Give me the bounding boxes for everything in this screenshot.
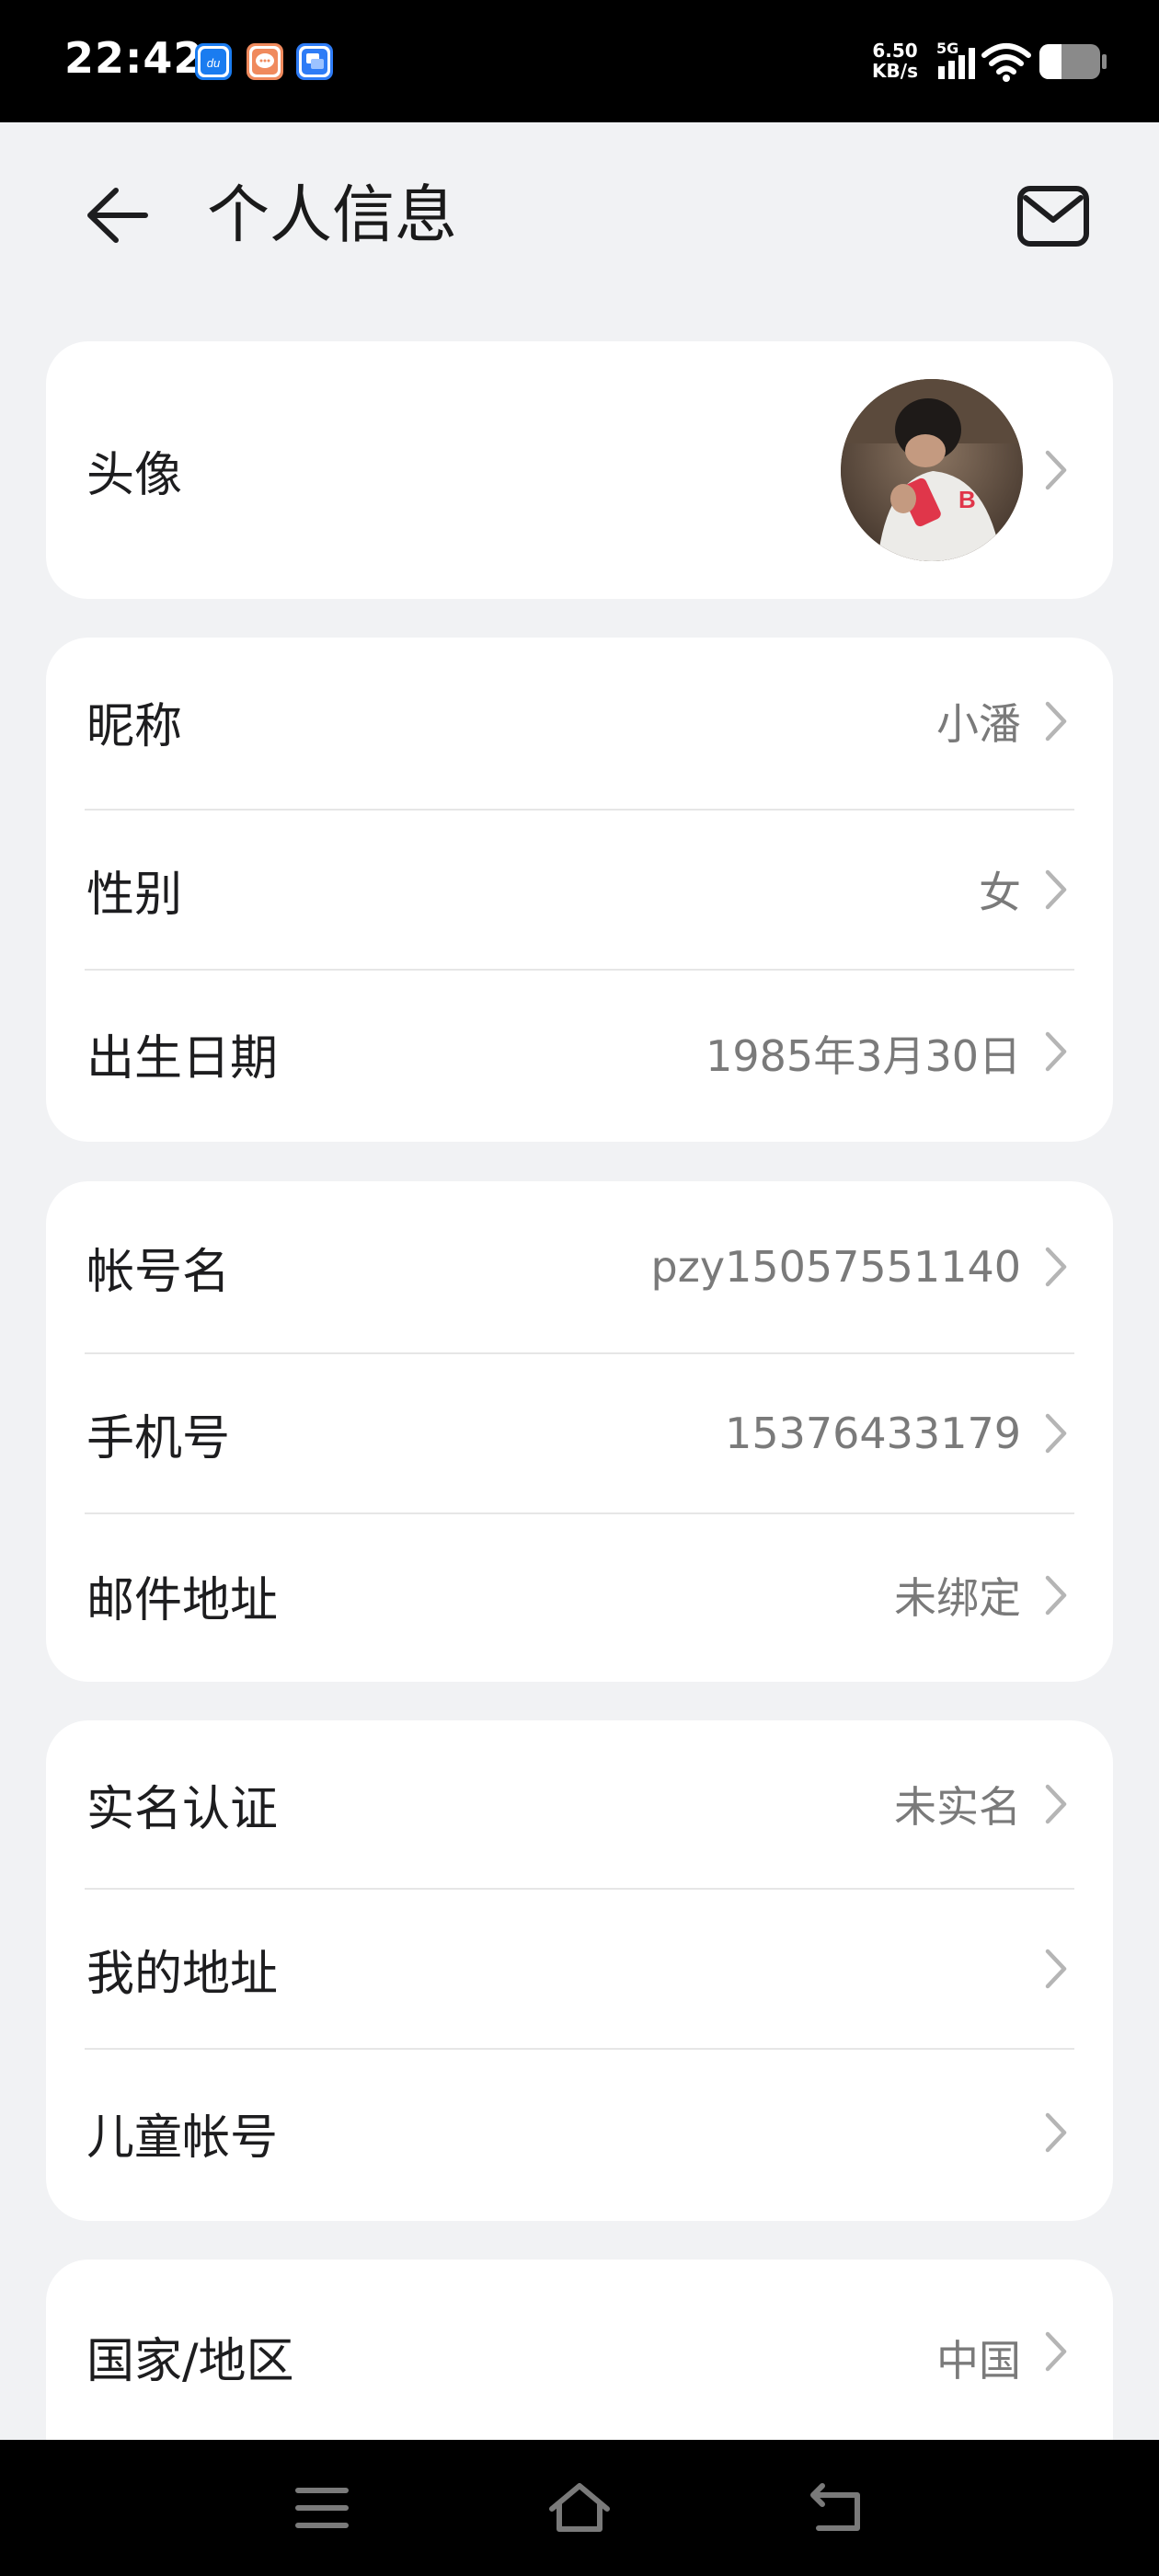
back-nav-button[interactable] [782,2440,892,2576]
navigation-bar [0,2440,1159,2576]
chevron-right-icon [1045,1413,1067,1454]
gender-value: 女 [979,868,1021,917]
nickname-row[interactable]: 昵称 小潘 [46,638,1113,805]
net-speed-unit: KB/s [872,60,918,82]
phone-value: 15376433179 [725,1409,1021,1458]
net-speed-value: 6.50 [872,40,918,62]
avatar-label: 头像 [86,447,183,503]
nickname-label: 昵称 [86,698,183,754]
du-app-icon-label: du [207,56,220,70]
birthday-value: 1985年3月30日 [706,1031,1021,1081]
home-icon [549,2483,610,2532]
chevron-right-icon [1045,1575,1067,1616]
network-type-label: 5G [936,40,958,57]
arrow-left-icon [87,188,148,243]
du-app-icon: du [195,43,232,80]
chevron-right-icon [1045,2331,1067,2372]
gender-row[interactable]: 性别 女 [46,811,1113,969]
status-bar: 22:42 du 6.50 KB/s 5G [0,0,1159,122]
account-name-label: 帐号名 [86,1244,231,1300]
status-time: 22:42 [64,33,204,83]
account-card: 帐号名 pzy15057551140 手机号 15376433179 邮件地址 … [46,1181,1113,1682]
child-account-row[interactable]: 儿童帐号 [46,2050,1113,2215]
battery-icon [1039,44,1107,79]
return-icon [810,2483,860,2531]
email-value: 未绑定 [894,1573,1021,1623]
email-label: 邮件地址 [86,1572,279,1628]
phone-row[interactable]: 手机号 15376433179 [46,1354,1113,1512]
profile-card: 昵称 小潘 性别 女 出生日期 1985年3月30日 [46,638,1113,1142]
account-name-value: pzy15057551140 [650,1242,1022,1292]
my-address-label: 我的地址 [86,1946,279,2002]
avatar-card: 头像 B [46,341,1113,599]
page-title: 个人信息 [207,179,458,252]
chat-app-icon [296,43,333,80]
gender-label: 性别 [86,867,183,923]
identity-card: 实名认证 未实名 我的地址 儿童帐号 [46,1720,1113,2221]
chevron-right-icon [1045,869,1067,910]
menu-icon [295,2488,349,2528]
birthday-label: 出生日期 [86,1030,279,1087]
chevron-right-icon [1045,701,1067,742]
chevron-right-icon [1045,1247,1067,1287]
chevron-right-icon [1045,1031,1067,1072]
menu-button[interactable] [267,2440,377,2576]
back-button[interactable] [75,174,158,257]
region-value: 中国 [936,2336,1021,2386]
avatar[interactable]: B [841,379,1023,561]
header: 个人信息 [0,122,1159,306]
region-row[interactable]: 国家/地区 中国 [46,2260,1113,2444]
svg-text:B: B [958,486,976,513]
birthday-row[interactable]: 出生日期 1985年3月30日 [46,971,1113,1136]
real-name-row[interactable]: 实名认证 未实名 [46,1720,1113,1888]
region-label: 国家/地区 [86,2334,294,2389]
mail-icon [1017,186,1089,247]
chevron-right-icon [1045,450,1067,490]
mail-button[interactable] [1003,172,1104,260]
signal-5g-icon: 5G [936,40,975,79]
account-name-row[interactable]: 帐号名 pzy15057551140 [46,1181,1113,1352]
my-address-row[interactable]: 我的地址 [46,1890,1113,2048]
chevron-right-icon [1045,1784,1067,1824]
home-button[interactable] [524,2440,635,2576]
nickname-value: 小潘 [936,699,1021,749]
real-name-value: 未实名 [894,1782,1021,1832]
email-row[interactable]: 邮件地址 未绑定 [46,1514,1113,1676]
phone-label: 手机号 [86,1410,231,1466]
wifi-icon [981,43,1031,82]
real-name-label: 实名认证 [86,1781,279,1837]
chevron-right-icon [1045,2112,1067,2153]
child-account-label: 儿童帐号 [86,2110,279,2166]
chevron-right-icon [1045,1949,1067,1989]
net-speed: 6.50 KB/s [863,40,927,81]
avatar-row[interactable]: 头像 B [46,341,1113,599]
message-app-icon [247,43,283,80]
